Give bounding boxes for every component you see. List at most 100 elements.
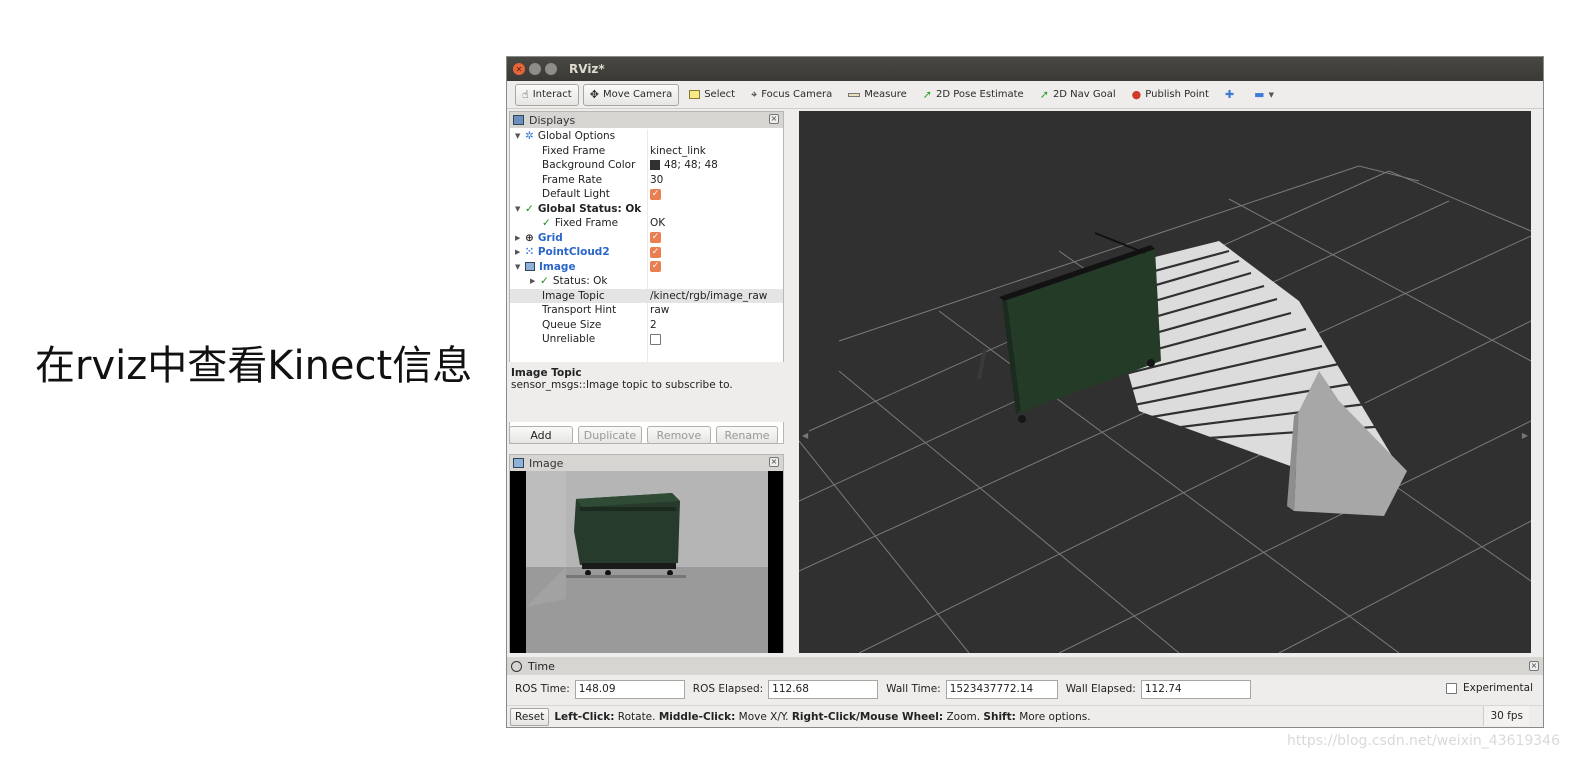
tool-2d-nav-goal[interactable]: ➚ 2D Nav Goal (1034, 84, 1122, 106)
checkbox-unchecked[interactable] (1445, 682, 1457, 694)
add-tool-button[interactable]: ✚ (1219, 84, 1244, 106)
row-value[interactable]: 30 (650, 174, 663, 186)
description-title: Image Topic (511, 367, 582, 379)
close-icon[interactable]: ✕ (513, 63, 525, 75)
expand-arrow-icon[interactable]: ▶ (530, 277, 540, 285)
time-fields: ROS Time: 148.09 ROS Elapsed: 112.68 Wal… (507, 677, 1543, 701)
tree-row-global-status[interactable]: ▼ ✓ Global Status: Ok (510, 202, 783, 217)
rename-button[interactable]: Rename (716, 426, 778, 444)
row-value[interactable]: 2 (650, 319, 657, 331)
time-panel-header: Time × (507, 657, 1543, 675)
row-label: Default Light (542, 188, 610, 201)
checkbox-checked[interactable]: ✓ (650, 232, 661, 244)
add-button[interactable]: Add (509, 426, 573, 444)
check-icon: ✓ (542, 217, 551, 230)
check-icon: ✓ (540, 275, 549, 288)
row-label: Frame Rate (542, 173, 603, 186)
expand-arrow-icon[interactable]: ▼ (515, 263, 525, 271)
tree-row-background-color[interactable]: Background Color 48; 48; 48 (510, 158, 783, 173)
monitor-icon (513, 115, 524, 125)
collapse-right-icon[interactable]: ▶ (1522, 431, 1528, 440)
hint-key: Right-Click/Mouse Wheel: (791, 710, 944, 723)
row-label: Grid (537, 231, 563, 244)
expand-arrow-icon[interactable]: ▼ (515, 205, 525, 213)
ros-time-field[interactable]: 148.09 (574, 679, 685, 699)
wall-elapsed-field[interactable]: 112.74 (1140, 679, 1251, 699)
remove-button[interactable]: Remove (647, 426, 711, 444)
checkbox-checked[interactable]: ✓ (650, 188, 661, 200)
row-label: Fixed Frame (554, 217, 619, 230)
duplicate-button[interactable]: Duplicate (578, 426, 642, 444)
close-icon[interactable]: × (769, 457, 779, 467)
tree-row-image-topic[interactable]: Image Topic /kinect/rgb/image_raw (510, 288, 783, 303)
tree-row-queue-size[interactable]: Queue Size 2 (510, 318, 783, 333)
tool-publish-point[interactable]: ● Publish Point (1126, 84, 1215, 106)
tool-move-camera[interactable]: ✥ Move Camera (582, 83, 680, 106)
hint-key: Shift: (983, 710, 1016, 723)
camera-image (510, 471, 783, 653)
tree-row-global-options[interactable]: ▼ ✲ Global Options (510, 129, 783, 144)
tool-label: Interact (532, 89, 572, 100)
tree-row-image[interactable]: ▼ Image ✓ (510, 260, 783, 275)
row-label: Background Color (542, 159, 636, 172)
row-label: Global Status: Ok (537, 202, 642, 215)
tool-focus-camera[interactable]: ⌖ Focus Camera (745, 84, 838, 106)
close-icon[interactable]: × (1529, 661, 1539, 671)
row-label: Image (539, 260, 576, 273)
expand-arrow-icon[interactable]: ▶ (515, 234, 525, 242)
collapse-left-icon[interactable]: ◀ (802, 431, 808, 440)
checkbox-unchecked[interactable] (650, 333, 661, 345)
tree-row-frame-rate[interactable]: Frame Rate 30 (510, 173, 783, 188)
row-value: OK (650, 217, 666, 230)
row-label: Fixed Frame (542, 144, 606, 157)
row-value[interactable]: /kinect/rgb/image_raw (650, 290, 767, 302)
plus-icon: ✚ (1224, 88, 1235, 101)
remove-tool-button[interactable]: ▬ ▼ (1248, 84, 1280, 106)
row-value[interactable]: kinect_link (650, 145, 706, 157)
pointcloud-icon: ⁙ (525, 246, 534, 259)
ros-elapsed-field[interactable]: 112.68 (768, 679, 879, 699)
tool-measure[interactable]: Measure (842, 84, 913, 106)
tool-interact[interactable]: ☝ Interact (515, 83, 579, 106)
ros-elapsed-label: ROS Elapsed: (692, 683, 764, 695)
slide-title: 在rviz中查看Kinect信息 (35, 343, 473, 389)
row-value[interactable]: 48; 48; 48 (664, 159, 718, 171)
image-panel: Image × (509, 454, 784, 653)
tree-row-grid[interactable]: ▶ ⊕ Grid ✓ (510, 231, 783, 246)
image-icon (513, 458, 524, 468)
minimize-icon[interactable] (529, 63, 541, 75)
color-swatch[interactable] (650, 160, 660, 171)
row-value[interactable]: raw (650, 304, 669, 316)
tree-row-fixed-frame[interactable]: Fixed Frame kinect_link (510, 144, 783, 159)
tool-select[interactable]: Select (683, 84, 741, 106)
checkbox-checked[interactable]: ✓ (650, 246, 661, 258)
hint-text: Move X/Y. (738, 710, 789, 723)
row-label: Image Topic (542, 289, 605, 302)
3d-viewport[interactable]: ◀ ▶ (799, 111, 1531, 653)
expand-arrow-icon[interactable]: ▼ (515, 132, 525, 140)
tree-row-default-light[interactable]: Default Light ✓ (510, 187, 783, 202)
row-label: PointCloud2 (537, 246, 610, 259)
render-scene (799, 111, 1531, 653)
wall-time-label: Wall Time: (886, 683, 941, 695)
tool-label: Move Camera (602, 89, 673, 100)
tree-row-pointcloud2[interactable]: ▶ ⁙ PointCloud2 ✓ (510, 245, 783, 260)
row-label: Transport Hint (542, 304, 617, 317)
checkbox-checked[interactable]: ✓ (650, 261, 661, 273)
expand-arrow-icon[interactable]: ▶ (515, 248, 525, 256)
close-icon[interactable]: × (769, 114, 779, 124)
image-icon (525, 262, 535, 272)
select-icon (689, 90, 701, 99)
time-panel-title: Time (528, 659, 555, 673)
maximize-icon[interactable] (545, 63, 557, 75)
tree-row-image-status[interactable]: ▶ ✓ Status: Ok (510, 274, 783, 289)
tree-row-unreliable[interactable]: Unreliable (510, 332, 783, 347)
experimental-toggle[interactable]: Experimental (1445, 682, 1533, 694)
tool-2d-pose-estimate[interactable]: ➚ 2D Pose Estimate (917, 84, 1030, 106)
description-text: sensor_msgs::Image topic to subscribe to… (511, 379, 733, 391)
nav-goal-icon: ➚ (1039, 88, 1049, 101)
reset-button[interactable]: Reset (510, 707, 550, 726)
wall-time-field[interactable]: 1523437772.14 (945, 679, 1058, 699)
tree-row-status-fixed-frame[interactable]: ✓ Fixed Frame OK (510, 216, 783, 231)
tree-row-transport-hint[interactable]: Transport Hint raw (510, 303, 783, 318)
